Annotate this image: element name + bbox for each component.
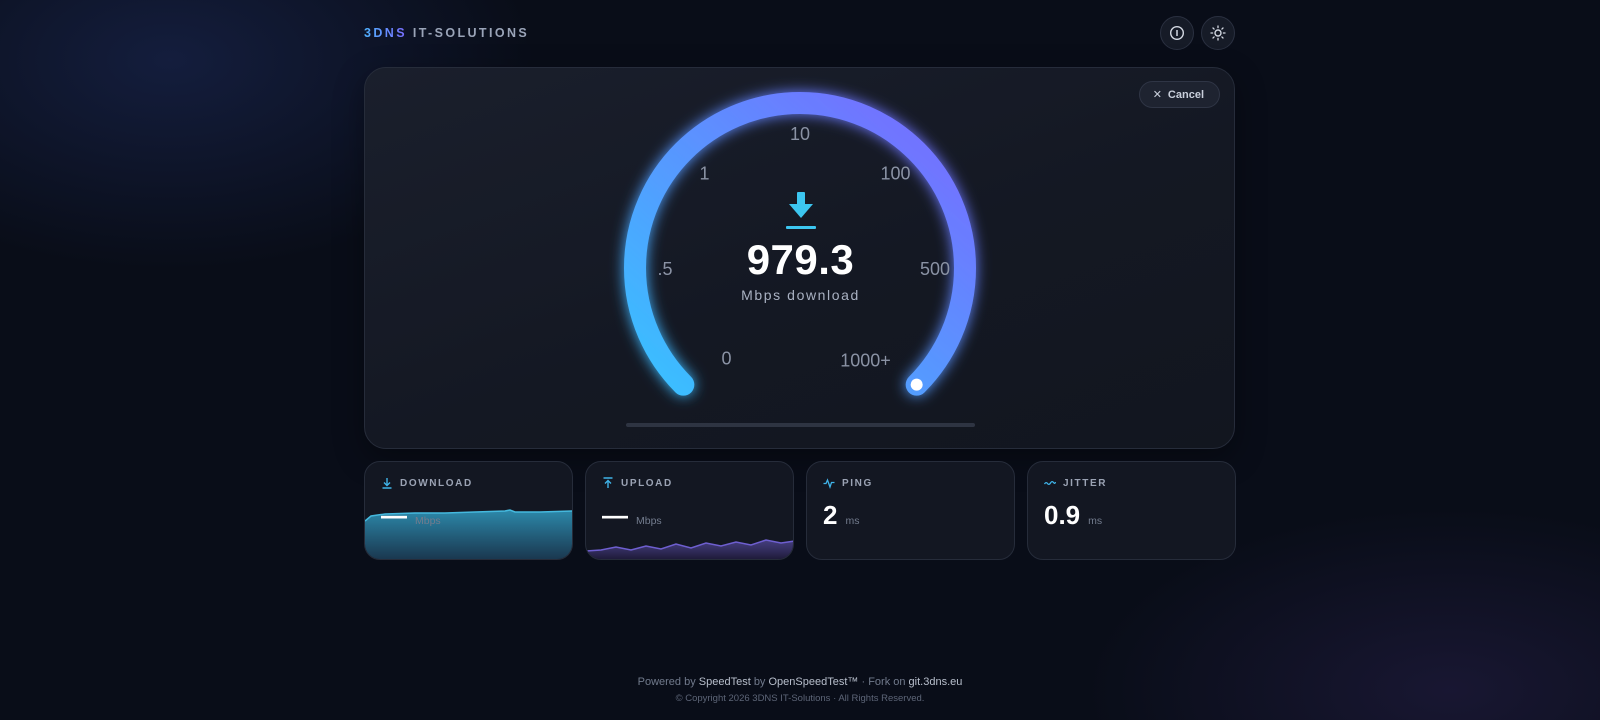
powered-prefix: Powered by	[637, 676, 696, 688]
download-unit: Mbps	[415, 515, 441, 527]
download-header: DOWNLOAD	[381, 477, 473, 489]
download-label: DOWNLOAD	[400, 477, 473, 489]
jitter-card: JITTER 0.9 ms	[1027, 461, 1236, 560]
speed-unit-label: Mbps download	[741, 287, 860, 303]
download-card: DOWNLOAD — Mbps	[364, 461, 573, 560]
pulse-icon	[823, 478, 835, 489]
test-progress-bar	[626, 423, 975, 427]
ping-label: PING	[842, 477, 873, 489]
footer-separator: ·	[861, 676, 866, 688]
upload-icon	[603, 477, 613, 488]
ping-value-group: 2 ms	[823, 500, 859, 531]
speedtest-link[interactable]: SpeedTest	[699, 676, 751, 688]
footer-copyright: © Copyright 2026 3DNS IT-Solutions · All…	[675, 693, 925, 704]
upload-label: UPLOAD	[621, 477, 673, 489]
download-value-group: — Mbps	[381, 500, 441, 531]
gauge-scale-label: 1000+	[840, 351, 891, 371]
ping-header: PING	[823, 477, 873, 489]
fork-link[interactable]: git.3dns.eu	[909, 676, 963, 688]
gauge-scale-label: 0	[721, 349, 731, 369]
download-arrow-icon	[786, 192, 816, 229]
wave-icon	[1044, 480, 1056, 486]
openspeedtest-link[interactable]: OpenSpeedTest™	[769, 676, 859, 688]
speed-value: 979.3	[746, 236, 855, 283]
upload-card: UPLOAD — Mbps	[585, 461, 794, 560]
fork-prefix: Fork on	[868, 676, 906, 688]
ping-unit: ms	[845, 515, 860, 527]
jitter-value-group: 0.9 ms	[1044, 500, 1102, 531]
gauge-scale-label: 1	[699, 164, 709, 184]
jitter-label: JITTER	[1063, 477, 1108, 489]
gauge-needle-dot	[910, 378, 923, 391]
footer-powered-by: Powered by SpeedTest by OpenSpeedTest™ ·…	[0, 676, 1600, 688]
jitter-value: 0.9	[1044, 500, 1081, 530]
jitter-header: JITTER	[1044, 477, 1107, 489]
powered-by-word: by	[753, 676, 766, 688]
gauge-scale-label: 100	[880, 164, 910, 184]
upload-unit: Mbps	[636, 515, 662, 527]
gauge-scale-label: 10	[790, 124, 810, 144]
info-button[interactable]	[1160, 16, 1194, 50]
download-value: —	[381, 500, 407, 530]
ping-card: PING 2 ms	[806, 461, 1015, 560]
brand-name-secondary: IT-SOLUTIONS	[412, 26, 530, 40]
speed-gauge-card: ✕ Cancel 0.5 1 10 100 500 1000+ 979.3 Mbps do…	[364, 67, 1235, 449]
ping-value: 2	[823, 500, 838, 530]
theme-toggle-button[interactable]	[1201, 16, 1235, 50]
upload-value: —	[602, 500, 628, 530]
sun-icon	[1210, 25, 1226, 41]
info-icon	[1169, 25, 1185, 41]
upload-value-group: — Mbps	[602, 500, 662, 531]
jitter-unit: ms	[1088, 515, 1103, 527]
upload-header: UPLOAD	[602, 477, 673, 489]
brand-logo: 3DNS IT-SOLUTIONS	[364, 26, 529, 40]
download-icon	[382, 478, 392, 489]
brand-name-primary: 3DNS	[364, 26, 407, 40]
